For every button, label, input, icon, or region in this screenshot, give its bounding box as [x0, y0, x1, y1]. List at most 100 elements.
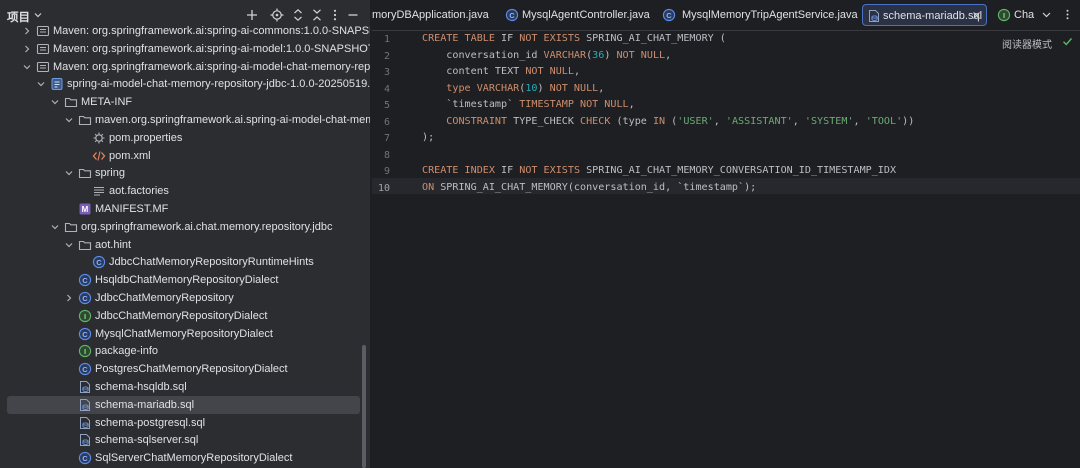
tree-item[interactable]: schema-postgresql.sql: [0, 414, 370, 432]
tree-item-label: JdbcChatMemoryRepositoryDialect: [95, 309, 268, 322]
chevron-down-icon[interactable]: [64, 240, 74, 250]
svg-text:I: I: [84, 347, 86, 356]
tab-label: MysqlAgentController.java: [522, 9, 650, 21]
tree-item[interactable]: Maven: org.springframework.ai:spring-ai-…: [0, 58, 370, 76]
expand-all-icon[interactable]: [291, 8, 305, 22]
tree-item-label: pom.xml: [109, 149, 151, 162]
tree-item[interactable]: schema-hsqldb.sql: [0, 378, 370, 396]
sql-text: TYPE_CHECK: [507, 115, 581, 127]
tree-item[interactable]: schema-mariadb.sql: [0, 395, 370, 414]
tree-item[interactable]: Maven: org.springframework.ai:spring-ai-…: [0, 22, 370, 40]
sql-text: );: [422, 132, 435, 143]
code-line[interactable]: CREATE INDEX IF NOT EXISTS SPRING_AI_CHA…: [422, 163, 896, 179]
tree-item-label: MANIFEST.MF: [95, 203, 169, 215]
sql-text: SPRING_AI_CHAT_MEMORY_CONVERSATION_ID_TI…: [580, 165, 897, 176]
tree-item-label: META-INF: [81, 96, 133, 109]
check-icon[interactable]: [1062, 36, 1073, 47]
tree-item-label: spring-ai-model-chat-memory-repository-j…: [67, 78, 370, 91]
chevron-down-icon[interactable]: [50, 222, 60, 232]
tree-item[interactable]: C JdbcChatMemoryRepositoryRuntimeHints: [0, 253, 370, 271]
class-icon: C: [78, 327, 92, 341]
tree-item[interactable]: org.springframework.ai.chat.memory.repos…: [0, 218, 370, 236]
editor-tab[interactable]: I Cha: [997, 4, 1037, 26]
tree-item[interactable]: C HsqldbChatMemoryRepositoryDialect: [0, 271, 370, 289]
more-options-icon[interactable]: [1062, 9, 1073, 20]
chevron-down-icon[interactable]: [1041, 9, 1052, 20]
interface-icon: I: [78, 344, 92, 358]
library-icon: [36, 24, 50, 38]
tree-item[interactable]: META-INF: [0, 93, 370, 111]
sql-text: ,: [853, 115, 866, 127]
tree-item-label: PostgresChatMemoryRepositoryDialect: [95, 363, 288, 376]
class-icon: C: [78, 291, 92, 305]
editor-tab[interactable]: schema-mariadb.sql: [862, 4, 987, 26]
tree-item-label: pom.properties: [109, 131, 183, 144]
tree-item[interactable]: spring: [0, 164, 370, 182]
svg-text:M: M: [82, 205, 89, 214]
code-line[interactable]: );: [422, 130, 434, 146]
editor-tab[interactable]: moryDBApplication.java: [372, 4, 490, 26]
tree-item[interactable]: M MANIFEST.MF: [0, 200, 370, 218]
tree-item[interactable]: I JdbcChatMemoryRepositoryDialect: [0, 307, 370, 325]
tree-item-label: maven.org.springframework.ai.spring-ai-m…: [95, 114, 370, 126]
code-line[interactable]: CONSTRAINT TYPE_CHECK CHECK (type IN ('U…: [422, 114, 914, 130]
chevron-right-icon[interactable]: [22, 44, 32, 54]
chevron-right-icon[interactable]: [22, 26, 32, 36]
line-number: 6: [383, 116, 390, 128]
manifest-icon: M: [78, 202, 92, 216]
tree-item[interactable]: aot.hint: [0, 236, 370, 254]
chevron-down-icon[interactable]: [64, 168, 74, 178]
code-line[interactable]: `timestamp` TIMESTAMP NOT NULL,: [422, 97, 634, 113]
tree-item[interactable]: maven.org.springframework.ai.spring-ai-m…: [0, 111, 370, 129]
tree-item[interactable]: schema-sqlserver.sql: [0, 431, 370, 449]
chevron-down-icon[interactable]: [33, 10, 43, 20]
tree-item-label: JdbcChatMemoryRepository: [95, 292, 234, 304]
interface-icon: I: [78, 309, 92, 323]
tree-item-label: schema-mariadb.sql: [95, 398, 195, 411]
editor-tab[interactable]: C MysqlAgentController.java: [505, 4, 650, 26]
sql-number: 10: [525, 82, 538, 94]
chevron-down-icon[interactable]: [22, 62, 32, 72]
chevron-down-icon[interactable]: [64, 115, 74, 125]
sql-text: ,: [665, 49, 672, 61]
tree-item[interactable]: C SqlServerChatMemoryRepositoryDialect: [0, 449, 370, 467]
tree-item-label: MysqlChatMemoryRepositoryDialect: [95, 327, 273, 340]
minimize-icon[interactable]: [346, 8, 360, 22]
tree-item[interactable]: aot.factories: [0, 182, 370, 200]
tree-item[interactable]: C PostgresChatMemoryRepositoryDialect: [0, 360, 370, 378]
locate-icon[interactable]: [270, 8, 284, 22]
tree-item-label: spring: [95, 167, 125, 180]
sql-keyword: NOT NULL: [525, 66, 574, 77]
tree-item[interactable]: C MysqlChatMemoryRepositoryDialect: [0, 325, 370, 343]
collapse-all-icon[interactable]: [310, 8, 324, 22]
sql-text: ,: [573, 66, 581, 77]
code-line[interactable]: ON SPRING_AI_CHAT_MEMORY(conversation_id…: [422, 180, 756, 196]
tree-item[interactable]: pom.properties: [0, 129, 370, 147]
tree-item[interactable]: Maven: org.springframework.ai:spring-ai-…: [0, 40, 370, 58]
tree-item[interactable]: Ipackage-info: [0, 342, 370, 360]
sql-keyword: CHECK: [580, 115, 611, 127]
interface-icon: I: [997, 8, 1011, 22]
code-editor[interactable]: 1 2 3 4 5 6 7 8 9 10 CREATE TABLE IF NOT EXISTS S…: [372, 31, 1080, 468]
code-line[interactable]: conversation_id VARCHAR(36) NOT NULL,: [422, 48, 671, 64]
reader-mode-button[interactable]: 阅读器模式: [1002, 36, 1052, 51]
tree-item[interactable]: C JdbcChatMemoryRepository: [0, 289, 370, 307]
close-icon[interactable]: [971, 10, 982, 21]
text-file-icon: [92, 184, 106, 198]
chevron-right-icon[interactable]: [64, 293, 74, 303]
sql-text: SPRING_AI_CHAT_MEMORY (: [580, 33, 726, 44]
add-icon[interactable]: [245, 8, 259, 22]
sql-keyword: NOT EXISTS: [519, 33, 581, 44]
code-line[interactable]: CREATE TABLE IF NOT EXISTS SPRING_AI_CHA…: [422, 31, 726, 47]
more-options-icon[interactable]: [328, 8, 342, 22]
scrollbar-thumb[interactable]: [362, 345, 366, 468]
sql-text: (: [665, 115, 678, 127]
sql-text: `timestamp`: [422, 99, 520, 110]
chevron-down-icon[interactable]: [36, 79, 46, 89]
code-line[interactable]: content TEXT NOT NULL,: [422, 64, 580, 80]
editor-tab[interactable]: C MysqlMemoryTripAgentService.java: [662, 4, 858, 26]
tree-item[interactable]: pom.xml: [0, 147, 370, 165]
code-line[interactable]: type VARCHAR(10) NOT NULL,: [422, 81, 604, 97]
tree-item[interactable]: spring-ai-model-chat-memory-repository-j…: [0, 75, 370, 93]
chevron-down-icon[interactable]: [50, 97, 60, 107]
